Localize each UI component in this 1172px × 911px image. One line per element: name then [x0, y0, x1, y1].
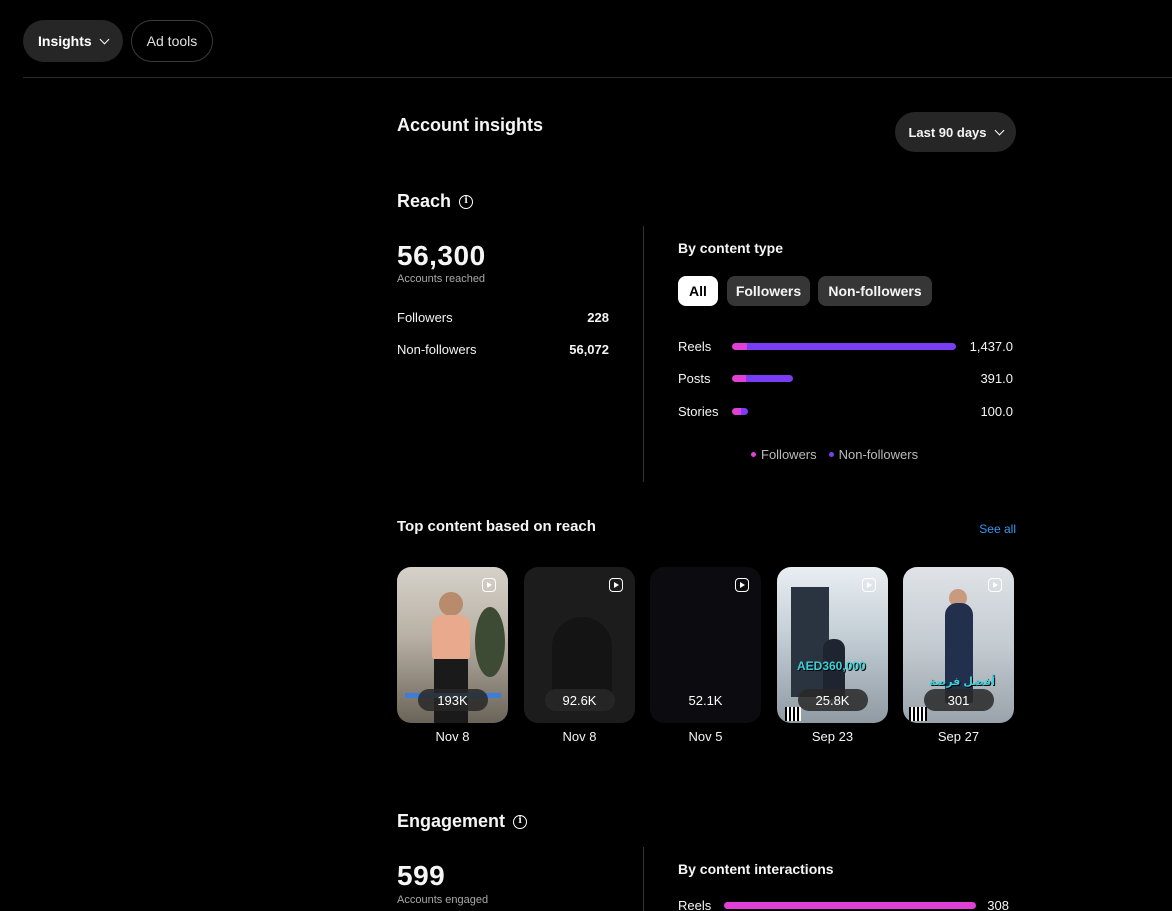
thumb-art: [439, 592, 463, 616]
info-icon[interactable]: i: [459, 194, 474, 209]
top-content-thumb[interactable]: أفضل فرصة 301: [903, 567, 1014, 723]
reach-non-followers-row: Non-followers 56,072: [397, 342, 609, 357]
top-content-thumb[interactable]: 52.1K: [650, 567, 761, 723]
stacked-bar: [732, 408, 748, 415]
engagement-title: Engagement i: [397, 811, 528, 832]
reach-count: 52.1K: [688, 692, 723, 708]
header-divider: [23, 77, 1172, 78]
top-toolbar: Insights Ad tools: [23, 20, 214, 62]
reel-icon: [988, 578, 1002, 592]
top-content-title: Top content based on reach: [397, 518, 596, 535]
qr-code-icon: [909, 707, 927, 721]
post-date: Nov 8: [435, 729, 470, 744]
legend-followers: Followers: [751, 447, 817, 462]
legend-label: Non-followers: [838, 447, 919, 462]
bar-row-stories: Stories 100.0: [678, 403, 1013, 421]
filter-all-chip[interactable]: All: [678, 276, 718, 306]
ad-tools-button[interactable]: Ad tools: [130, 20, 214, 62]
engagement-title-text: Engagement: [397, 811, 506, 831]
row-value: 56,072: [569, 342, 609, 357]
legend-non-followers: Non-followers: [828, 447, 919, 462]
row-value: 228: [587, 310, 609, 325]
reel-icon: [482, 578, 496, 592]
date-range-label: Last 90 days: [908, 124, 987, 140]
top-content-thumb[interactable]: 193K: [397, 567, 508, 723]
legend-label: Followers: [761, 447, 817, 462]
page-title: Account insights: [397, 115, 544, 135]
column-divider: [643, 847, 644, 911]
insights-label: Insights: [38, 33, 92, 49]
followers-segment: [732, 343, 747, 350]
filter-non-followers-chip[interactable]: Non-followers: [818, 276, 932, 306]
bar-label: Reels: [678, 898, 712, 911]
reach-count: 301: [923, 689, 994, 711]
bar-label: Stories: [678, 404, 719, 419]
bar-value: 308: [987, 898, 1009, 911]
chevron-down-icon: [99, 34, 110, 44]
bar-value: 391.0: [980, 371, 1013, 386]
row-label: Non-followers: [397, 342, 477, 357]
interactions-bar: [724, 902, 976, 909]
top-content-thumb[interactable]: AED360,000 25.8K: [777, 567, 888, 723]
date-range-dropdown[interactable]: Last 90 days: [895, 112, 1016, 152]
stacked-bar: [732, 375, 793, 382]
reel-icon: [735, 578, 749, 592]
top-content-thumb[interactable]: 92.6K: [524, 567, 635, 723]
info-icon[interactable]: i: [513, 814, 528, 829]
post-date: Sep 27: [937, 729, 980, 744]
reach-title: Reach i: [397, 191, 474, 212]
thumb-art: [432, 615, 470, 660]
accounts-engaged-value: 599: [397, 860, 446, 891]
chevron-down-icon: [994, 125, 1004, 135]
thumb-overlay-text: أفضل فرصة: [929, 676, 996, 688]
reach-title-text: Reach: [397, 191, 452, 211]
row-label: Followers: [397, 310, 453, 325]
non-followers-segment: [746, 375, 793, 382]
post-date: Nov 5: [688, 729, 723, 744]
reel-icon: [862, 578, 876, 592]
reel-icon: [609, 578, 623, 592]
bar-row-reels: Reels 1,437.0: [678, 338, 1013, 356]
accounts-engaged-label: Accounts engaged: [397, 894, 489, 906]
thumb-art: [945, 603, 973, 703]
non-followers-segment: [746, 343, 956, 350]
post-date: Sep 23: [811, 729, 854, 744]
column-divider: [643, 226, 644, 482]
chart-legend: Followers Non-followers: [751, 447, 918, 462]
reach-followers-row: Followers 228: [397, 310, 609, 325]
interactions-bar-row: Reels 308: [678, 897, 1013, 911]
filter-followers-chip[interactable]: Followers: [727, 276, 810, 306]
bar-label: Posts: [678, 371, 711, 386]
thumb-art: [475, 607, 505, 677]
accounts-reached-value: 56,300: [397, 240, 486, 271]
reach-count: 25.8K: [797, 689, 868, 711]
thumb-overlay-text: AED360,000: [797, 659, 866, 673]
see-all-link[interactable]: See all: [979, 522, 1016, 536]
non-followers-segment: [741, 408, 748, 415]
by-content-type-title: By content type: [678, 240, 784, 256]
followers-segment: [724, 902, 976, 909]
ad-tools-label: Ad tools: [146, 33, 198, 49]
bar-value: 1,437.0: [969, 339, 1013, 354]
by-content-interactions-title: By content interactions: [678, 861, 834, 877]
bar-value: 100.0: [980, 404, 1013, 419]
followers-dot-icon: [751, 452, 756, 457]
reach-count: 92.6K: [544, 689, 615, 711]
non-followers-dot-icon: [828, 452, 834, 457]
stacked-bar: [732, 343, 956, 350]
followers-segment: [732, 408, 742, 415]
followers-segment: [732, 375, 747, 382]
insights-dropdown[interactable]: Insights: [23, 20, 123, 62]
reach-count: 193K: [417, 689, 488, 711]
bar-row-posts: Posts 391.0: [678, 370, 1013, 388]
qr-code-icon: [785, 707, 801, 721]
bar-label: Reels: [678, 339, 712, 354]
post-date: Nov 8: [562, 729, 597, 744]
accounts-reached-label: Accounts reached: [397, 273, 486, 285]
